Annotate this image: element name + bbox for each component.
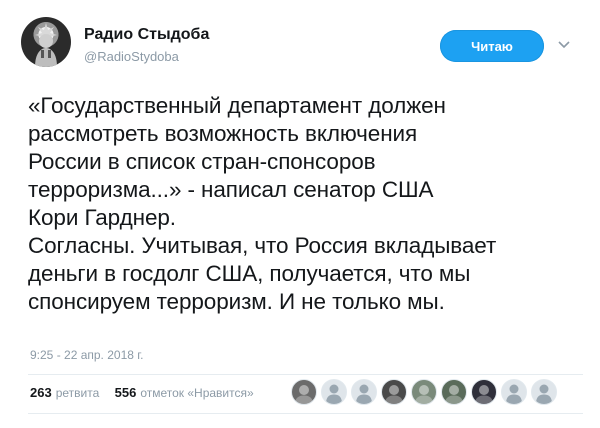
tweet-stats: 263 ретвита 556 отметок «Нравится» <box>30 385 266 400</box>
avatar[interactable] <box>21 17 71 67</box>
tweet-line: России в список стран-спонсоров <box>28 149 376 174</box>
user-avatar-icon[interactable] <box>291 379 317 405</box>
divider <box>28 413 583 414</box>
likes-label: отметок «Нравится» <box>140 386 254 400</box>
user-avatar-icon[interactable] <box>441 379 467 405</box>
tweet-line: спонсируем терроризм. И не только мы. <box>28 289 445 314</box>
retweets-stat[interactable]: 263 ретвита <box>30 385 100 400</box>
likers-avatars <box>291 379 561 405</box>
default-egg-avatar-icon[interactable] <box>351 379 377 405</box>
user-avatar-icon[interactable] <box>471 379 497 405</box>
following-button[interactable]: Читаю <box>440 30 544 62</box>
tweet-line: деньги в госдолг США, получается, что мы <box>28 261 471 286</box>
user-avatar-icon[interactable] <box>381 379 407 405</box>
default-egg-avatar-icon[interactable] <box>531 379 557 405</box>
likes-stat[interactable]: 556 отметок «Нравится» <box>114 385 254 400</box>
tweet-line: Кори Гарднер. <box>28 205 176 230</box>
tweet-line: терроризма...» - написал сенатор США <box>28 177 434 202</box>
tweet-line: Согласны. Учитывая, что Россия вкладывае… <box>28 233 497 258</box>
handle[interactable]: @RadioStydoba <box>84 49 179 64</box>
retweets-label: ретвита <box>55 386 100 400</box>
display-name[interactable]: Радио Стыдоба <box>84 26 209 44</box>
likes-count: 556 <box>114 385 137 400</box>
statue-of-liberty-avatar-icon <box>35 23 57 67</box>
tweet-text: «Государственный департамент должен расс… <box>28 92 583 316</box>
default-egg-avatar-icon[interactable] <box>321 379 347 405</box>
divider <box>28 374 583 375</box>
chevron-down-icon[interactable] <box>557 38 571 52</box>
tweet-line: рассмотреть возможность включения <box>28 121 418 146</box>
retweets-count: 263 <box>30 385 52 400</box>
user-avatar-icon[interactable] <box>411 379 437 405</box>
tweet-line: «Государственный департамент должен <box>28 93 446 118</box>
tweet-timestamp[interactable]: 9:25 - 22 апр. 2018 г. <box>30 348 144 362</box>
default-egg-avatar-icon[interactable] <box>501 379 527 405</box>
